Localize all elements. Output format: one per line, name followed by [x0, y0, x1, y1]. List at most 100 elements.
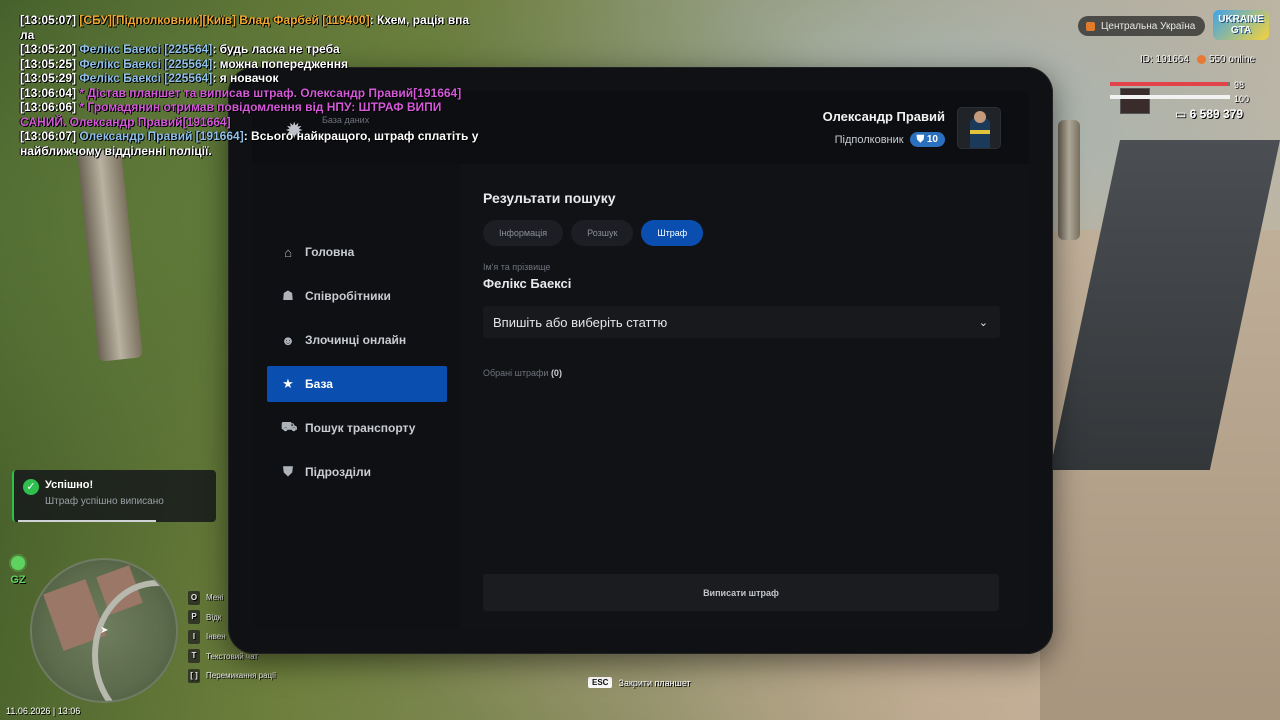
money-display: ▭ 6 589 379 — [1175, 107, 1243, 121]
zone-indicator: GZ — [9, 556, 27, 586]
online-label: 550 online — [1208, 54, 1256, 65]
sidebar-item-star[interactable]: ★ База — [267, 366, 447, 402]
keybind-hint: [ ] Перемикання рації — [188, 666, 276, 686]
person-name: Фелікс Баексі — [483, 276, 572, 291]
esc-key: ESC — [588, 677, 613, 688]
chat-sender: [СБУ][Підполковник][Київ] Влад Фарбей [1… — [79, 13, 370, 27]
tab-2[interactable]: Штраф — [641, 220, 704, 246]
sidebar: ⌂ Головна ☗ Співробітники ☻ Злочинці онлайн ★ Б… — [252, 164, 460, 629]
chat-sender: Фелікс Баексі [225564] — [79, 71, 213, 85]
sidebar-item-label: Злочинці онлайн — [305, 333, 407, 347]
tree-trunk — [1058, 120, 1080, 240]
zone-icon — [11, 556, 25, 570]
online-icon — [1196, 54, 1206, 64]
chat-time: [13:06:07] — [20, 129, 77, 143]
user-rank-row: Підполковник ⛊ 10 — [823, 132, 945, 147]
sidebar-item-car[interactable]: ⛟ Пошук транспорту — [267, 410, 447, 446]
chat-line: [13:06:07] Олександр Правий [191664]: Вс… — [20, 129, 480, 158]
article-select-placeholder: Впишіть або виберіть статтю — [493, 314, 668, 330]
sidebar-item-users[interactable]: ☗ Співробітники — [267, 278, 447, 314]
keybind-label: Перемикання рації — [206, 671, 277, 681]
check-icon: ✓ — [23, 479, 39, 495]
chat-message: : можна попередження — [212, 56, 348, 71]
region-indicator: Центральна Україна — [1078, 16, 1206, 36]
notification-progress — [18, 520, 156, 522]
logo-text-top: UKRAINE — [1218, 14, 1264, 25]
article-select[interactable]: Впишіть або виберіть статтю ⌄ — [483, 306, 1000, 338]
chat-log: [13:05:07] [СБУ][Підполковник][Київ] Вла… — [20, 13, 480, 158]
avatar-head — [974, 111, 986, 123]
sidebar-item-mask[interactable]: ☻ Злочинці онлайн — [267, 322, 447, 358]
region-flag-icon — [1086, 21, 1095, 31]
keybind-label: Відк — [206, 612, 222, 622]
sidebar-item-label: База — [305, 377, 333, 391]
tab-0[interactable]: Інформація — [483, 220, 564, 246]
shield-small-icon: ⛊ — [916, 134, 927, 145]
chat-sender: Фелікс Баексі [225564] — [79, 56, 213, 71]
sidebar-item-label: Головна — [305, 245, 355, 259]
sidebar-item-home[interactable]: ⌂ Головна — [267, 234, 447, 270]
keybind-key: [ ] — [188, 668, 200, 683]
armor-fill — [1110, 95, 1230, 99]
chat-message: : я новачок — [212, 71, 279, 85]
health-bar — [1110, 82, 1230, 86]
user-name: Олександр Правий — [822, 109, 945, 124]
chat-sender: Фелікс Баексі [225564] — [79, 42, 213, 56]
chat-sender: * Громадянин отримав повідомлення від НП… — [20, 100, 442, 129]
money-value: 6 589 379 — [1189, 107, 1244, 121]
health-value: 98 — [1234, 80, 1245, 90]
health-fill — [1110, 82, 1228, 86]
chevron-down-icon: ⌄ — [978, 316, 988, 329]
minimap[interactable]: ➤ — [30, 558, 178, 703]
sidebar-item-label: Підрозділи — [305, 465, 371, 479]
chat-time: [13:05:07] — [20, 13, 77, 27]
chat-time: [13:05:25] — [20, 56, 77, 71]
zone-label: GZ — [10, 574, 26, 586]
tablet-screen: ✹ База даних Олександр Правий Підполковн… — [252, 91, 1029, 629]
result-tabs: Інформація Розшук Штраф — [483, 220, 704, 246]
level-badge: ⛊ 10 — [909, 132, 945, 147]
server-logo: UKRAINE GTA — [1213, 10, 1269, 40]
home-icon: ⌂ — [284, 244, 292, 260]
chat-line: [13:05:20] Фелікс Баексі [225564]: будь … — [20, 42, 480, 57]
armor-bar — [1110, 95, 1230, 99]
logo-text-bottom: GTA — [1230, 25, 1252, 36]
keybind-label: Інвен — [206, 632, 226, 642]
keybind-key: O — [188, 590, 200, 605]
player-id: ID: 191664 — [1140, 54, 1189, 65]
mask-icon: ☻ — [281, 332, 295, 348]
avatar-stripe — [970, 130, 990, 134]
notification-message: Штраф успішно виписано — [45, 496, 164, 507]
user-info: Олександр Правий Підполковник ⛊ 10 — [823, 109, 945, 147]
user-rank: Підполковник — [834, 133, 904, 146]
users-icon: ☗ — [282, 288, 294, 303]
armor-value: 100 — [1234, 94, 1250, 104]
chat-line: [13:05:29] Фелікс Баексі [225564]: я нов… — [20, 71, 480, 86]
sidebar-item-label: Пошук транспорту — [305, 421, 416, 435]
keybind-key: I — [188, 629, 200, 644]
notification-title: Успішно! — [45, 479, 94, 491]
region-label: Центральна Україна — [1101, 20, 1196, 32]
sidebar-item-shield[interactable]: ⛊ Підрозділи — [267, 454, 447, 490]
sidebar-item-label: Співробітники — [305, 289, 391, 303]
close-tablet-label: Закрити планшет — [618, 677, 691, 688]
player-marker-icon: ➤ — [100, 625, 109, 636]
online-count: 550 online — [1196, 54, 1256, 65]
player-info: ID: 191664 550 online — [1140, 54, 1255, 65]
main-panel: Результати пошуку Інформація Розшук Штраф … — [460, 164, 1029, 629]
chosen-fines-label: Обрані штрафи — [483, 368, 549, 378]
chat-time: [13:06:04] — [20, 85, 77, 100]
chat-line: [13:05:25] Фелікс Баексі [225564]: можна… — [20, 57, 480, 72]
chat-message: : будь ласка не треба — [212, 42, 340, 56]
issue-fine-button[interactable]: Виписати штраф — [483, 574, 999, 611]
tree-trunk — [77, 148, 143, 362]
tab-1[interactable]: Розшук — [571, 220, 634, 246]
keybind-label: Мені — [206, 593, 224, 603]
chat-line: [13:05:07] [СБУ][Підполковник][Київ] Вла… — [20, 13, 480, 42]
datetime: 11.06.2026 | 13:06 — [6, 706, 81, 716]
shield-icon: ⛊ — [283, 464, 293, 479]
star-icon: ★ — [282, 376, 294, 391]
success-notification: ✓ Успішно! Штраф успішно виписано — [12, 470, 216, 522]
chat-time: [13:05:29] — [20, 71, 77, 85]
chat-sender: * Дістав планшет та виписав штраф. Олекс… — [79, 85, 462, 100]
